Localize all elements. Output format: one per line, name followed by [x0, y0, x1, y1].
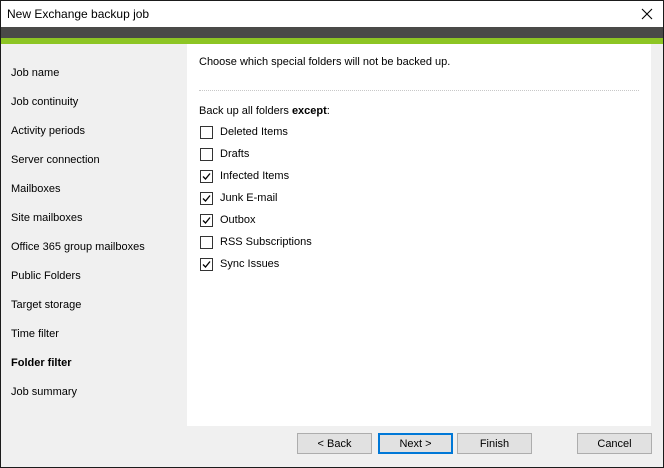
sidebar-item-office-365-group-mailboxes[interactable]: Office 365 group mailboxes: [11, 241, 145, 253]
checkbox-box[interactable]: [200, 213, 213, 227]
checkbox-rss-subscriptions[interactable]: RSS Subscriptions: [200, 234, 312, 250]
sidebar-item-folder-filter[interactable]: Folder filter: [11, 357, 72, 369]
title-bar: New Exchange backup job: [1, 1, 663, 27]
checkmark-icon: [202, 216, 211, 224]
except-suffix: :: [326, 105, 330, 117]
folder-filter-panel: Choose which special folders will not be…: [187, 44, 651, 426]
sidebar-item-job-name[interactable]: Job name: [11, 67, 59, 79]
checkbox-label: Outbox: [220, 214, 256, 226]
checkbox-box[interactable]: [200, 191, 213, 205]
sidebar-item-site-mailboxes[interactable]: Site mailboxes: [11, 212, 83, 224]
finish-button[interactable]: Finish: [457, 433, 532, 454]
sidebar-item-job-summary[interactable]: Job summary: [11, 386, 77, 398]
except-label: Back up all folders except:: [199, 105, 330, 117]
close-icon: [641, 8, 653, 20]
checkbox-label: Junk E-mail: [220, 192, 278, 204]
sidebar-item-time-filter[interactable]: Time filter: [11, 328, 59, 340]
checkbox-outbox[interactable]: Outbox: [200, 212, 255, 228]
checkmark-icon: [202, 172, 211, 180]
header-band: [1, 27, 663, 38]
checkbox-junk-e-mail[interactable]: Junk E-mail: [200, 190, 277, 206]
sidebar-item-public-folders[interactable]: Public Folders: [11, 270, 81, 282]
instruction-text: Choose which special folders will not be…: [199, 56, 451, 68]
sidebar-item-activity-periods[interactable]: Activity periods: [11, 125, 85, 137]
window-title: New Exchange backup job: [7, 7, 150, 21]
checkbox-box[interactable]: [200, 125, 213, 139]
checkbox-infected-items[interactable]: Infected Items: [200, 168, 289, 184]
wizard-window: New Exchange backup job Job name Job con…: [0, 0, 664, 468]
except-prefix: Back up all folders: [199, 105, 292, 117]
checkbox-label: Drafts: [220, 148, 250, 160]
checkbox-label: Deleted Items: [220, 126, 288, 138]
checkbox-sync-issues[interactable]: Sync Issues: [200, 256, 279, 272]
sidebar-item-job-continuity[interactable]: Job continuity: [11, 96, 78, 108]
checkbox-box[interactable]: [200, 257, 213, 271]
checkmark-icon: [202, 194, 211, 202]
back-button[interactable]: < Back: [297, 433, 372, 454]
wizard-steps-sidebar: Job name Job continuity Activity periods…: [1, 44, 186, 424]
checkbox-box[interactable]: [200, 235, 213, 249]
checkbox-label: Sync Issues: [220, 258, 280, 270]
dotted-divider: [199, 90, 639, 91]
close-button[interactable]: [631, 1, 663, 27]
sidebar-item-target-storage[interactable]: Target storage: [11, 299, 81, 311]
checkbox-label: RSS Subscriptions: [220, 236, 312, 248]
next-button[interactable]: Next >: [378, 433, 453, 454]
sidebar-item-mailboxes[interactable]: Mailboxes: [11, 183, 61, 195]
right-gutter: [651, 44, 663, 426]
checkbox-label: Infected Items: [220, 170, 290, 182]
checkbox-box[interactable]: [200, 147, 213, 161]
sidebar-item-server-connection[interactable]: Server connection: [11, 154, 100, 166]
except-bold-word: except: [291, 105, 327, 117]
checkbox-drafts[interactable]: Drafts: [200, 146, 249, 162]
checkbox-box[interactable]: [200, 169, 213, 183]
checkmark-icon: [202, 260, 211, 268]
checkbox-deleted-items[interactable]: Deleted Items: [200, 124, 288, 140]
cancel-button[interactable]: Cancel: [577, 433, 652, 454]
